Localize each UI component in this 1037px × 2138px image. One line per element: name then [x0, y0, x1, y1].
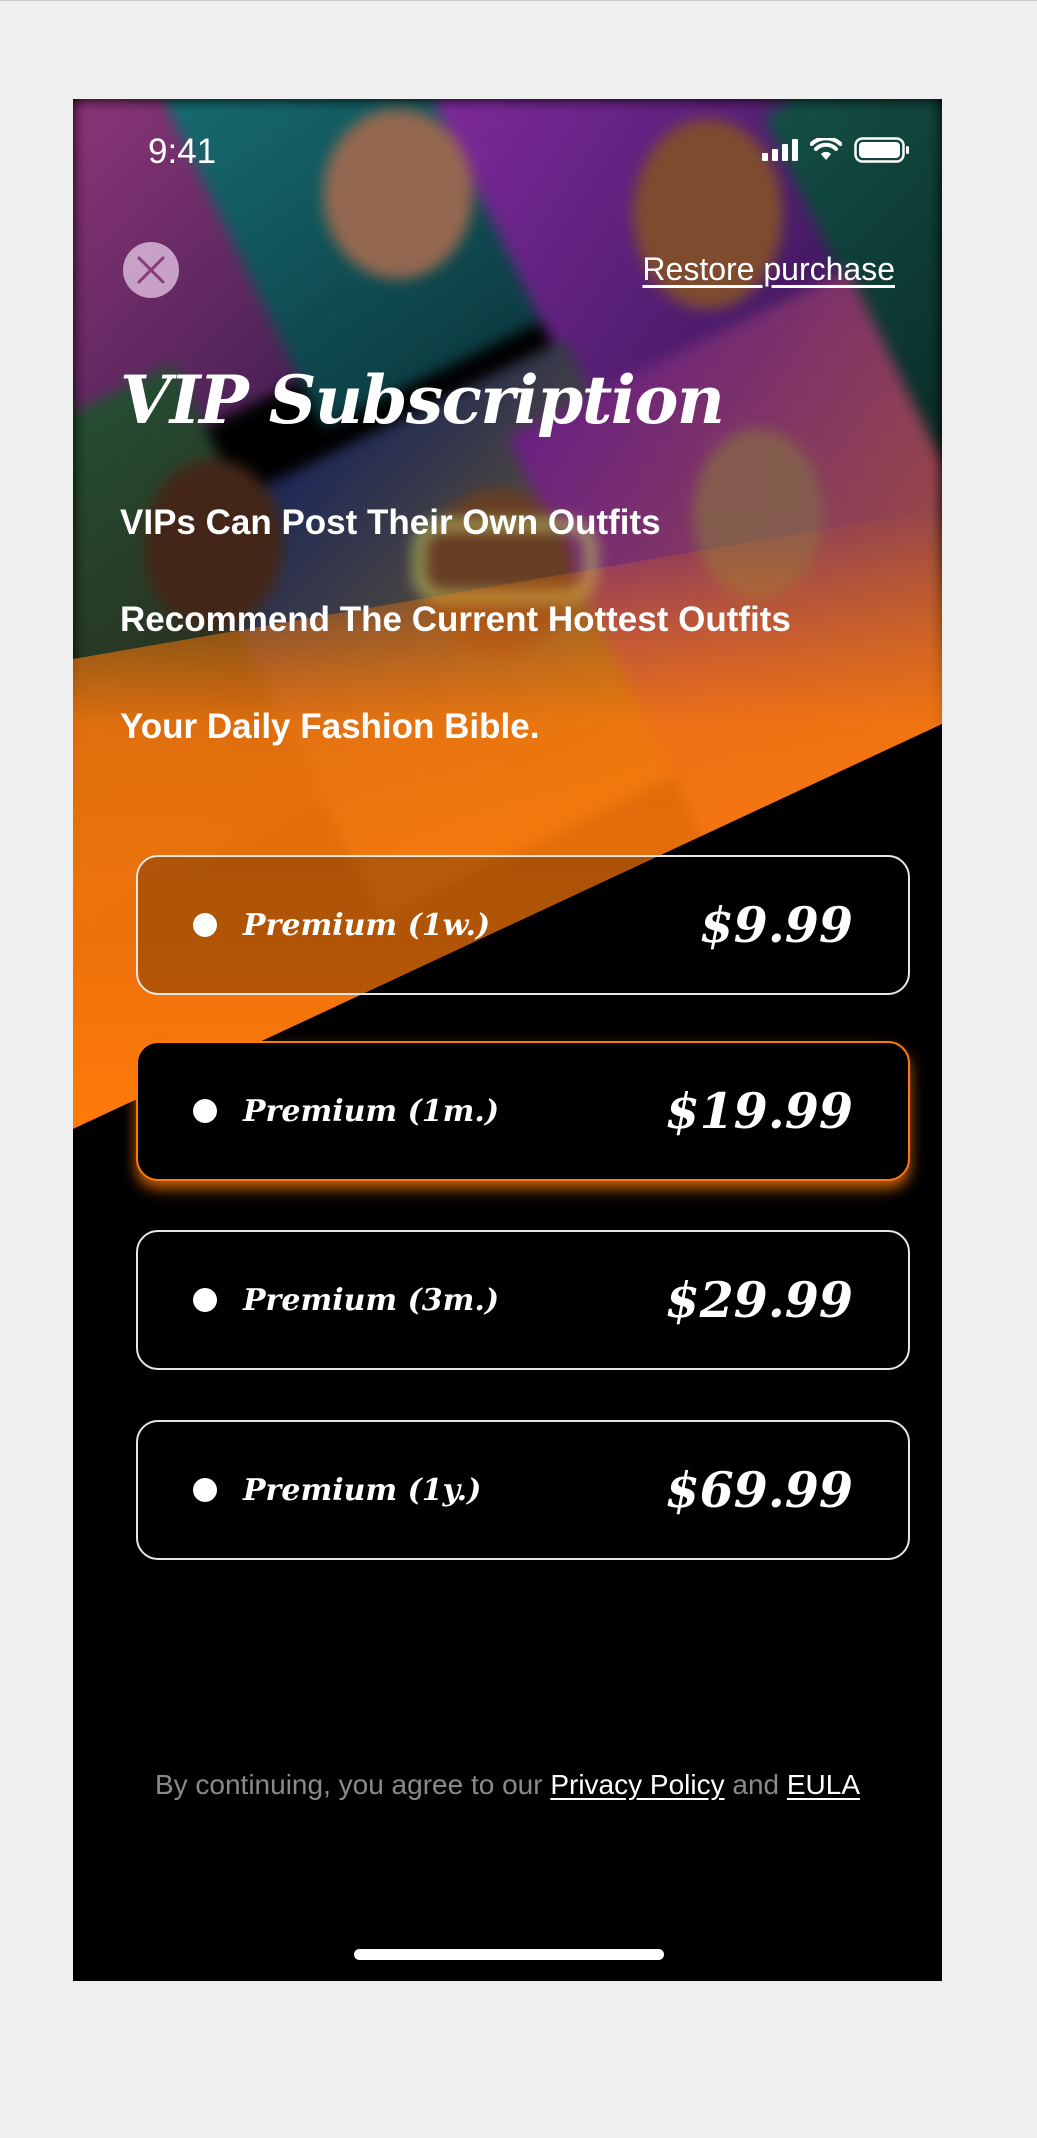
plan-price: $19.99: [665, 1082, 853, 1140]
plan-price: $69.99: [665, 1461, 853, 1519]
page-title: VIP Subscription: [120, 361, 725, 439]
plan-name: Premium (1w.): [243, 907, 491, 943]
feature-text: VIPs Can Post Their Own Outfits: [120, 503, 661, 542]
plan-name: Premium (1m.): [243, 1093, 500, 1129]
status-time: 9:41: [148, 132, 217, 171]
signal-icon: [762, 139, 798, 161]
eula-link[interactable]: EULA: [787, 1769, 860, 1800]
restore-purchase-link[interactable]: Restore purchase: [642, 251, 895, 288]
radio-dot: [193, 1099, 217, 1123]
radio-dot: [193, 1288, 217, 1312]
legal-prefix: By continuing, you agree to our: [154, 1769, 543, 1800]
plan-option-1-week[interactable]: Premium (1w.) $9.99: [136, 855, 910, 995]
close-icon: [137, 256, 165, 284]
legal-and: and: [732, 1769, 780, 1800]
feature-text: Recommend The Current Hottest Outfits: [120, 600, 791, 639]
plan-price: $29.99: [665, 1271, 853, 1329]
wifi-icon: [810, 138, 842, 160]
phone-screen: 9:41 Restore purchase VIP Subscription V…: [73, 99, 942, 1981]
plan-price: $9.99: [699, 896, 853, 954]
plan-name: Premium (1y.): [243, 1472, 482, 1508]
top-divider: [0, 0, 1037, 1]
close-button[interactable]: [123, 242, 179, 298]
feature-text: Your Daily Fashion Bible.: [120, 707, 540, 746]
legal-text: By continuing, you agree to our Privacy …: [73, 1769, 942, 1801]
status-icons: [762, 137, 910, 163]
home-indicator[interactable]: [354, 1949, 664, 1960]
plan-name: Premium (3m.): [243, 1282, 500, 1318]
radio-dot: [193, 913, 217, 937]
plan-option-1-year[interactable]: Premium (1y.) $69.99: [136, 1420, 910, 1560]
privacy-policy-link[interactable]: Privacy Policy: [550, 1769, 724, 1800]
plan-option-1-month[interactable]: Premium (1m.) $19.99: [136, 1041, 910, 1181]
battery-icon: [854, 137, 909, 163]
plan-option-3-months[interactable]: Premium (3m.) $29.99: [136, 1230, 910, 1370]
radio-dot: [193, 1478, 217, 1502]
